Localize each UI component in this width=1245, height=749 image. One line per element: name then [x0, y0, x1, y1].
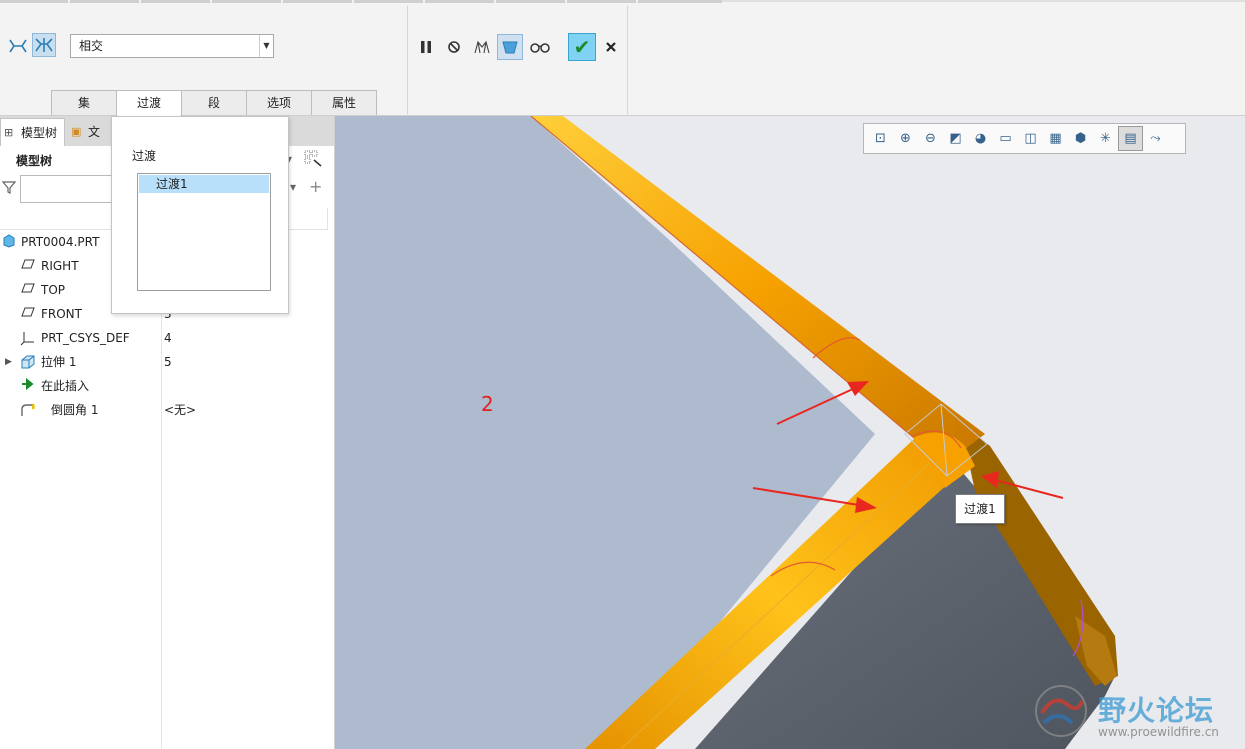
watermark-url: www.proewildfire.cn	[1098, 725, 1219, 739]
tree-item-label: FRONT	[41, 307, 82, 321]
tab-properties[interactable]: 属性	[311, 90, 377, 115]
watermark-title: 野火论坛	[1098, 694, 1215, 727]
chevron-down-icon[interactable]: ▼	[259, 35, 273, 57]
datum-plane-icon	[20, 282, 36, 298]
view-manager-icon[interactable]: ◫	[1018, 126, 1043, 151]
chain-tangent-icon[interactable]	[6, 34, 30, 58]
popup-title: 过渡	[132, 149, 157, 163]
list-item[interactable]: 过渡1	[139, 175, 269, 193]
tree-item-number: <无>	[164, 403, 197, 417]
tab-transitions[interactable]: 过渡	[116, 90, 182, 117]
view-toolbar: ⊡ ⊕ ⊖ ◩ ◕ ▭ ◫ ▦ ⬢ ✳ ▤ ⤳	[863, 123, 1186, 154]
section-icon[interactable]: ⬢	[1068, 126, 1093, 151]
perspective-icon[interactable]: ▦	[1043, 126, 1068, 151]
ribbon-tab-strip-right	[722, 0, 1245, 2]
model-graphics[interactable]	[335, 116, 1245, 749]
tab-sets[interactable]: 集	[51, 90, 117, 115]
ribbon-divider	[407, 6, 408, 114]
ribbon-divider	[627, 6, 628, 114]
tree-item-label: 拉伸 1	[41, 355, 77, 369]
ribbon-tab-strip	[0, 0, 722, 3]
annotation-display-icon[interactable]: ▤	[1118, 126, 1143, 151]
tree-item-label: PRT_CSYS_DEF	[41, 331, 130, 345]
tab-folder-label: 文	[88, 125, 101, 139]
zoom-out-icon[interactable]: ⊖	[918, 126, 943, 151]
datum-display-icon[interactable]: ✳	[1093, 126, 1118, 151]
tree-item-label: 倒圆角 1	[51, 403, 99, 417]
transitions-list[interactable]: 过渡1	[137, 173, 271, 291]
tree-item-number: 5	[164, 355, 172, 369]
round-feature-icon	[20, 402, 36, 418]
tree-search-input[interactable]	[20, 175, 115, 203]
transitions-popup: 过渡 过渡1	[111, 116, 289, 314]
tree-item-label: 在此插入	[41, 379, 90, 393]
ok-check-icon[interactable]: ✔	[568, 33, 596, 61]
transition-tooltip[interactable]: 过渡1	[955, 494, 1005, 524]
preview-icon[interactable]	[469, 34, 495, 60]
tree-item-round[interactable]: 倒圆角 1 <无>	[0, 398, 330, 422]
tab-folder[interactable]: ▣ 文	[68, 118, 113, 146]
datum-plane-icon	[20, 306, 36, 322]
ribbon: 相交 ▼ 集 过渡 段 选项 属性 ✔	[0, 0, 1245, 117]
ribbon-tabs: 集 过渡 段 选项 属性	[51, 90, 377, 117]
folder-icon: ▣	[71, 125, 82, 138]
panel-title: 模型树	[16, 154, 53, 168]
tab-options[interactable]: 选项	[246, 90, 312, 115]
annotation-number: 2	[481, 392, 494, 416]
datum-plane-icon	[20, 258, 36, 274]
chain-intersect-icon[interactable]	[32, 33, 56, 57]
tab-pieces[interactable]: 段	[181, 90, 247, 115]
repaint-icon[interactable]: ◩	[943, 126, 968, 151]
tree-icon: ⊞	[4, 126, 14, 139]
verify-icon[interactable]	[497, 34, 523, 60]
expand-arrow-icon[interactable]: ▶	[5, 350, 12, 374]
spin-center-icon[interactable]: ⤳	[1143, 126, 1168, 151]
display-style-icon[interactable]: ◕	[968, 126, 993, 151]
extrude-icon	[20, 354, 36, 370]
insert-arrow-icon	[20, 377, 36, 394]
stop-icon[interactable]	[441, 34, 467, 60]
tree-item-number: 4	[164, 331, 172, 345]
tree-item-extrude[interactable]: ▶ 拉伸 1 5	[0, 350, 330, 374]
tree-item-label: TOP	[41, 283, 66, 297]
cancel-x-icon[interactable]	[598, 34, 624, 60]
tree-item-csys[interactable]: PRT_CSYS_DEF 4	[0, 326, 330, 350]
transition-type-dropdown[interactable]: 相交 ▼	[70, 34, 274, 58]
watermark: 野火论坛 www.proewildfire.cn	[1032, 683, 1240, 749]
chevron-down-icon[interactable]: ▾	[290, 180, 296, 194]
saved-views-icon[interactable]: ▭	[993, 126, 1018, 151]
refit-icon[interactable]: ⊡	[868, 126, 893, 151]
tab-model-tree-label: 模型树	[21, 126, 58, 140]
csys-icon	[20, 330, 36, 346]
part-icon	[1, 234, 17, 250]
add-icon[interactable]: +	[309, 177, 322, 196]
glasses-icon[interactable]	[527, 34, 553, 60]
graphics-viewport[interactable]: ⊡ ⊕ ⊖ ◩ ◕ ▭ ◫ ▦ ⬢ ✳ ▤ ⤳ 2 过渡1 野火论坛 www.p…	[335, 116, 1245, 749]
tree-item-label: PRT0004.PRT	[21, 235, 100, 249]
forum-logo-icon	[1035, 685, 1087, 737]
filter-icon[interactable]	[1, 180, 17, 198]
tree-item-insert-here[interactable]: 在此插入	[0, 374, 330, 398]
tab-model-tree[interactable]: ⊞ 模型树	[0, 118, 65, 146]
pause-icon[interactable]	[413, 34, 439, 60]
tree-settings-icon[interactable]	[304, 150, 324, 168]
dropdown-value: 相交	[79, 39, 104, 53]
tree-item-label: RIGHT	[41, 259, 79, 273]
zoom-in-icon[interactable]: ⊕	[893, 126, 918, 151]
